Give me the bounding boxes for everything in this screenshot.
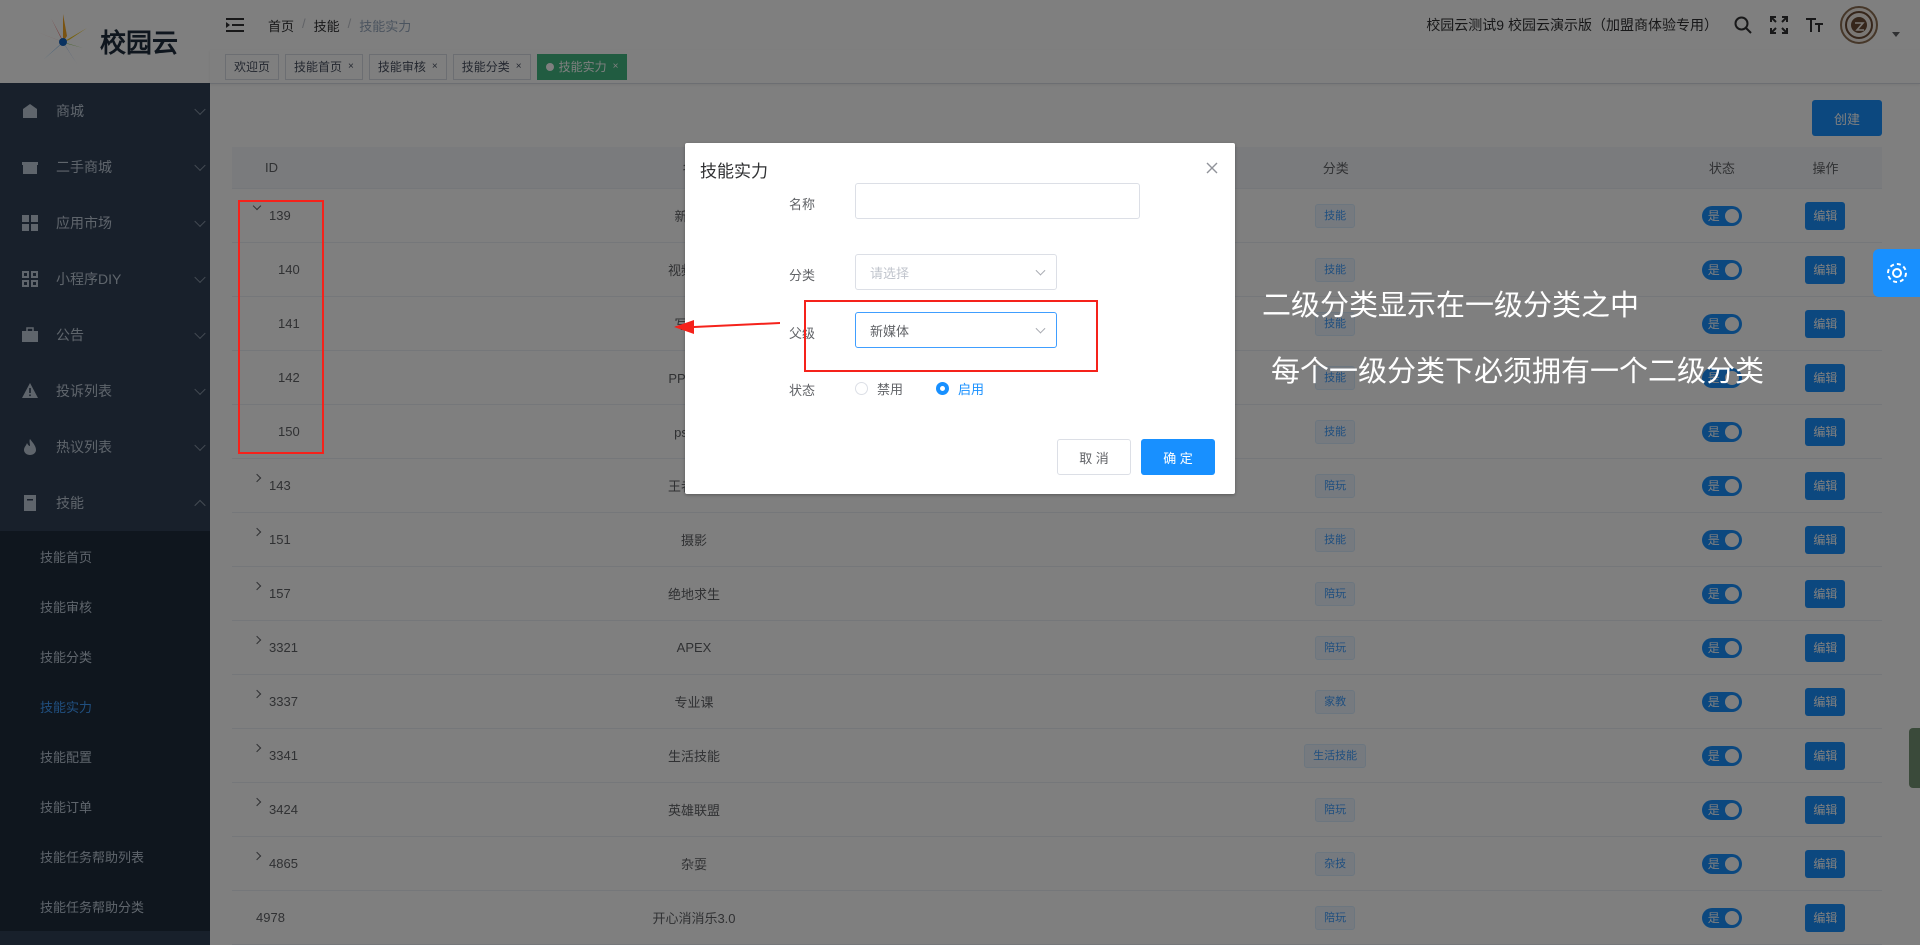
status-label: 状态 (788, 383, 815, 398)
chevron-down-icon (1035, 265, 1046, 276)
radio-circle (855, 382, 868, 395)
name-label: 名称 (788, 197, 815, 212)
confirm-button[interactable]: 确 定 (1141, 439, 1215, 475)
radio-disabled-label: 禁用 (877, 382, 904, 397)
annotation-arrow-icon (674, 320, 780, 334)
close-icon[interactable] (1205, 161, 1219, 175)
annotation-box-parent (804, 300, 1098, 372)
cancel-button[interactable]: 取 消 (1057, 439, 1131, 475)
category-placeholder: 请选择 (870, 265, 910, 281)
radio-enabled[interactable]: 启用 (936, 379, 984, 398)
name-input[interactable] (855, 183, 1140, 219)
annotation-box-children (238, 200, 324, 454)
radio-disabled[interactable]: 禁用 (855, 379, 903, 398)
category-select[interactable]: 请选择 (855, 254, 1057, 290)
settings-gear-icon[interactable] (1873, 249, 1920, 297)
annotation-note-1: 二级分类显示在一级分类之中 (1262, 288, 1640, 322)
category-label: 分类 (788, 268, 815, 283)
radio-enabled-label: 启用 (958, 382, 985, 397)
annotation-note-2: 每个一级分类下必须拥有一个二级分类 (1271, 354, 1765, 388)
edge-widget[interactable] (1909, 728, 1920, 788)
radio-circle (936, 382, 949, 395)
dialog-title: 技能实力 (700, 162, 768, 181)
